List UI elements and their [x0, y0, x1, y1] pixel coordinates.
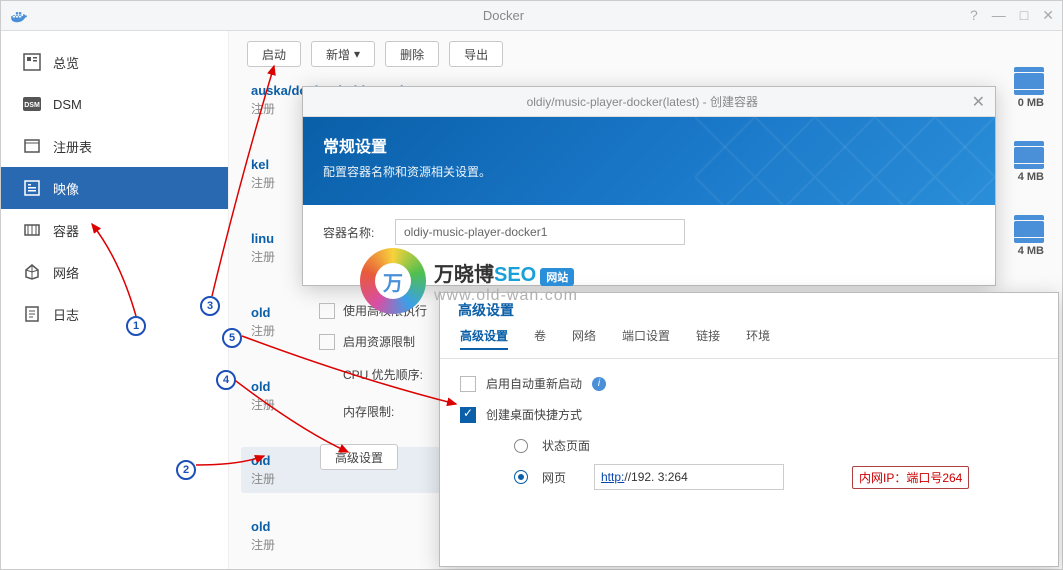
image-size: 4 MB: [1018, 245, 1044, 257]
sidebar-label: DSM: [53, 97, 82, 112]
modal-close-icon[interactable]: ✕: [972, 92, 985, 112]
disk-icon: [1014, 221, 1044, 237]
sidebar-label: 注册表: [53, 137, 92, 156]
url-prefix: http:: [601, 470, 624, 484]
sidebar-label: 日志: [53, 305, 79, 324]
callout-2: 2: [176, 460, 196, 480]
privilege-checkbox[interactable]: [319, 303, 335, 319]
sidebar-item-registry[interactable]: 注册表: [1, 125, 228, 167]
url-value: //192. 3:264: [624, 470, 687, 484]
sidebar-item-image[interactable]: 映像: [1, 167, 228, 209]
registry-icon: [23, 137, 41, 155]
network-icon: [23, 263, 41, 281]
delete-button[interactable]: 删除: [385, 41, 439, 67]
dsm-icon: DSM: [23, 95, 41, 113]
auto-restart-checkbox[interactable]: [460, 376, 476, 392]
maximize-icon[interactable]: □: [1020, 7, 1028, 24]
chevron-down-icon: ▾: [354, 47, 360, 61]
callout-5: 5: [222, 328, 242, 348]
docker-logo-icon: [9, 9, 29, 23]
sidebar-item-log[interactable]: 日志: [1, 293, 228, 335]
tab-port[interactable]: 端口设置: [622, 327, 670, 350]
sidebar: 总览 DSM DSM 注册表 映像 容器 网络 日志: [1, 31, 229, 569]
tab-env[interactable]: 环境: [746, 327, 770, 350]
disk-icon: [1014, 147, 1044, 163]
modal-titlebar: oldiy/music-player-docker(latest) - 创建容器…: [303, 87, 995, 117]
sidebar-label: 容器: [53, 221, 79, 240]
sidebar-item-container[interactable]: 容器: [1, 209, 228, 251]
url-input[interactable]: http://192. 3:264: [594, 464, 784, 490]
tab-advanced[interactable]: 高级设置: [460, 327, 508, 350]
tabs: 高级设置 卷 网络 端口设置 链接 环境: [440, 327, 1058, 359]
create-container-modal: oldiy/music-player-docker(latest) - 创建容器…: [302, 86, 996, 286]
callout-3: 3: [200, 296, 220, 316]
modal-title: oldiy/music-player-docker(latest) - 创建容器: [313, 93, 972, 110]
advanced-settings-panel: 高级设置 高级设置 卷 网络 端口设置 链接 环境 启用自动重新启动 i 创建桌…: [439, 292, 1059, 567]
sidebar-item-dsm[interactable]: DSM DSM: [1, 83, 228, 125]
ip-port-note: 内网IP：端口号264: [852, 466, 969, 489]
callout-1: 1: [126, 316, 146, 336]
shortcut-checkbox[interactable]: [460, 407, 476, 423]
container-name-input[interactable]: [395, 219, 685, 245]
privilege-label: 使用高权限执行: [343, 302, 427, 319]
disk-icon: [1014, 73, 1044, 89]
launch-button[interactable]: 启动: [247, 41, 301, 67]
toolbar: 启动 新增 ▾ 删除 导出: [247, 41, 1044, 67]
help-icon[interactable]: ?: [970, 7, 978, 24]
panel-title: 高级设置: [440, 293, 1058, 327]
sidebar-item-network[interactable]: 网络: [1, 251, 228, 293]
mem-label: 内存限制:: [343, 403, 427, 420]
info-icon[interactable]: i: [592, 377, 606, 391]
svg-text:DSM: DSM: [24, 102, 40, 109]
sidebar-label: 总览: [53, 53, 79, 72]
log-icon: [23, 305, 41, 323]
shortcut-label: 创建桌面快捷方式: [486, 406, 582, 423]
tab-link[interactable]: 链接: [696, 327, 720, 350]
sidebar-label: 映像: [53, 179, 79, 198]
advanced-settings-button[interactable]: 高级设置: [320, 444, 398, 470]
window-title: Docker: [37, 8, 970, 23]
minimize-icon[interactable]: —: [992, 7, 1006, 24]
auto-restart-label: 启用自动重新启动: [486, 375, 582, 392]
container-icon: [23, 221, 41, 239]
export-button[interactable]: 导出: [449, 41, 503, 67]
image-size: 0 MB: [1018, 97, 1044, 109]
tab-volume[interactable]: 卷: [534, 327, 546, 350]
resource-limit-label: 启用资源限制: [343, 333, 415, 350]
tab-network[interactable]: 网络: [572, 327, 596, 350]
banner-subtext: 配置容器名称和资源相关设置。: [323, 163, 975, 180]
cpu-label: CPU 优先顺序:: [343, 366, 427, 383]
titlebar: Docker ? — □ ✕: [1, 1, 1062, 31]
status-page-label: 状态页面: [542, 437, 590, 454]
banner-heading: 常规设置: [323, 133, 975, 157]
resource-limit-checkbox[interactable]: [319, 334, 335, 350]
image-size: 4 MB: [1018, 171, 1044, 183]
web-radio[interactable]: [514, 470, 528, 484]
overview-icon: [23, 53, 41, 71]
modal-banner: 常规设置 配置容器名称和资源相关设置。: [303, 117, 995, 205]
container-name-label: 容器名称:: [323, 224, 383, 241]
close-icon[interactable]: ✕: [1042, 7, 1054, 24]
add-button[interactable]: 新增 ▾: [311, 41, 375, 67]
sidebar-label: 网络: [53, 263, 79, 282]
callout-4: 4: [216, 370, 236, 390]
image-icon: [23, 179, 41, 197]
web-label: 网页: [542, 469, 580, 486]
sidebar-item-overview[interactable]: 总览: [1, 41, 228, 83]
status-page-radio[interactable]: [514, 439, 528, 453]
